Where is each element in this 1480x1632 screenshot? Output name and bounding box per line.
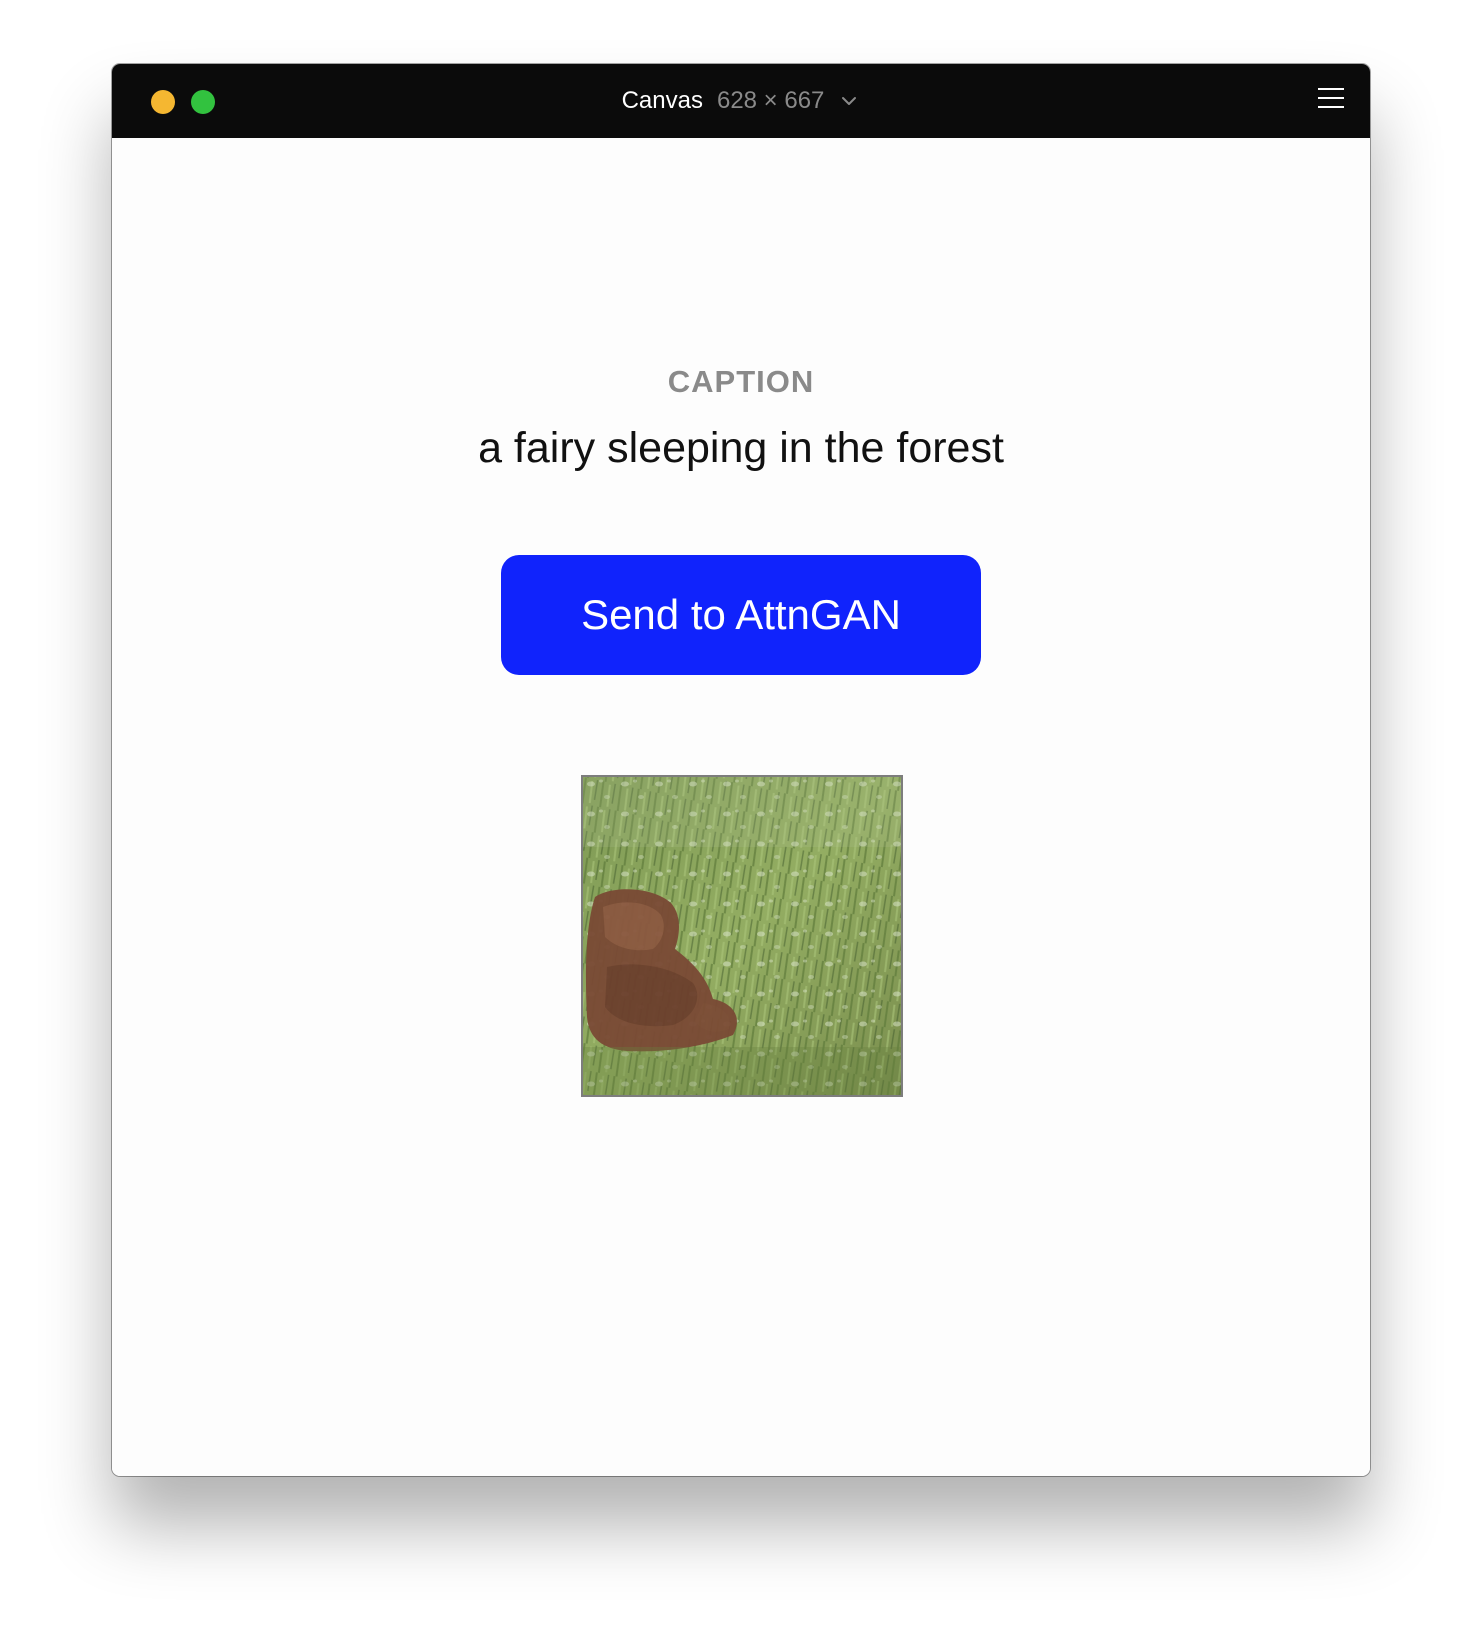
caption-text: a fairy sleeping in the forest (478, 424, 1004, 472)
title-bar: Canvas 628 × 667 (112, 64, 1370, 138)
window-title-dropdown[interactable]: Canvas 628 × 667 (112, 64, 1370, 138)
chevron-down-icon[interactable] (838, 90, 860, 112)
canvas-content: CAPTION a fairy sleeping in the forest S… (112, 138, 1370, 1476)
generated-image-artwork (583, 777, 901, 1095)
canvas-size-label: 628 × 667 (716, 87, 825, 114)
generated-image (581, 775, 903, 1097)
send-to-attngan-button[interactable]: Send to AttnGAN (501, 555, 981, 675)
app-window: Canvas 628 × 667 CAPTION a fairy sleepin… (112, 64, 1370, 1476)
hamburger-menu-icon[interactable] (1318, 88, 1344, 110)
caption-heading: CAPTION (667, 364, 815, 399)
window-title: Canvas (621, 87, 703, 114)
